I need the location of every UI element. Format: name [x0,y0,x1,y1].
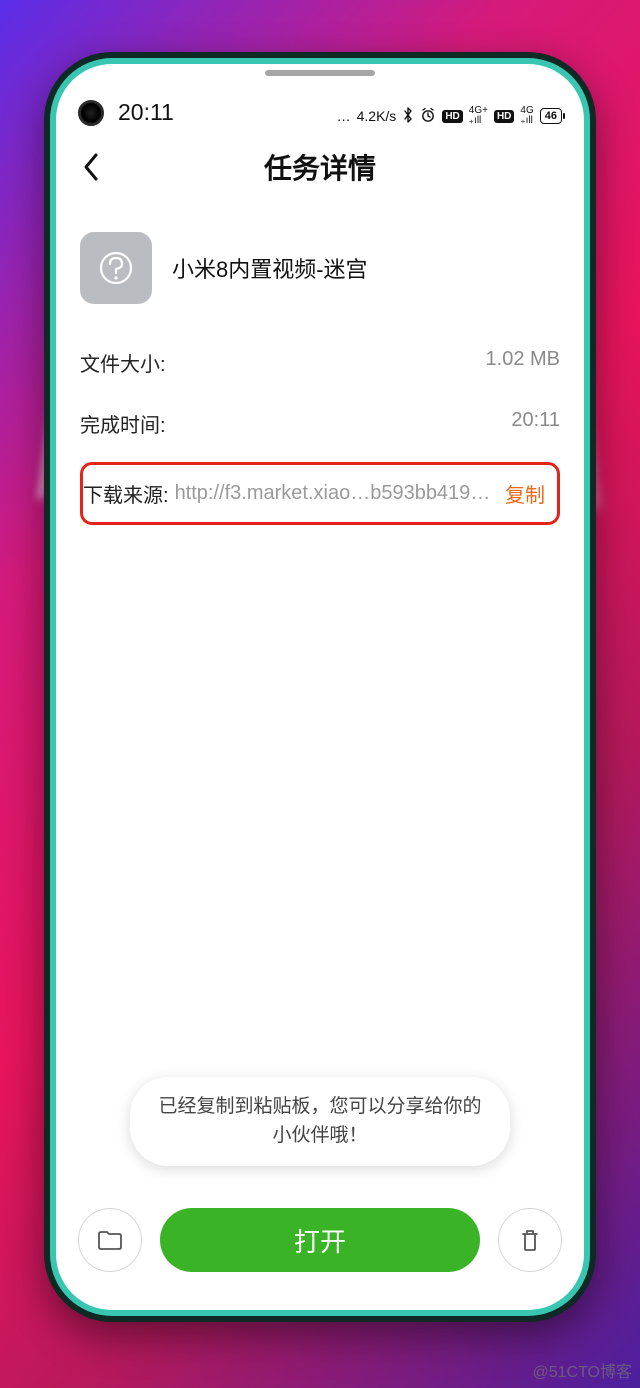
finish-time-row: 完成时间: 20:11 [80,393,560,454]
watermark: @51CTO博客 [532,1358,632,1382]
toast-message: 已经复制到粘贴板，您可以分享给你的小伙伴哦！ [158,1096,481,1146]
content: 小米8内置视频-迷宫 文件大小: 1.02 MB 完成时间: 20:11 下载来… [56,200,584,1194]
question-mark-icon [80,232,152,304]
copy-button[interactable]: 复制 [499,479,551,508]
alarm-icon [420,107,436,126]
file-size-label: 文件大小: [80,348,166,377]
finish-time-label: 完成时间: [80,409,166,438]
earpiece [265,70,375,76]
hd-badge-2: HD [494,110,514,123]
download-source-row: 下载来源: http://f3.market.xiao…b593bb419124… [80,462,560,525]
battery-indicator: 46 [540,108,562,124]
file-size-row: 文件大小: 1.02 MB [80,332,560,393]
bottom-bar: 打开 [56,1194,584,1310]
phone-frame: 20:11 … 4.2K/s HD 4G+₊ıll HD 4G₊ıll 46 [44,52,596,1322]
file-size-value: 1.02 MB [486,348,560,377]
signal-2-icon: 4G₊ıll [520,106,533,126]
punch-hole-camera [78,100,104,126]
finish-time-value: 20:11 [511,409,560,438]
open-button[interactable]: 打开 [160,1208,480,1272]
signal-1-icon: 4G+₊ıll [469,106,488,126]
page-title: 任务详情 [56,147,584,187]
screen: 20:11 … 4.2K/s HD 4G+₊ıll HD 4G₊ıll 46 [56,64,584,1310]
task-header: 小米8内置视频-迷宫 [80,214,560,332]
phone-bezel: 20:11 … 4.2K/s HD 4G+₊ıll HD 4G₊ıll 46 [50,58,590,1316]
ellipsis-icon: … [337,108,351,124]
hd-badge: HD [442,110,462,123]
toast: 已经复制到粘贴板，您可以分享给你的小伙伴哦！ [130,1077,510,1166]
data-rate: 4.2K/s [357,108,397,124]
download-source-label: 下载来源: [83,479,169,508]
header: 任务详情 [56,134,584,200]
task-name: 小米8内置视频-迷宫 [172,252,368,284]
status-time: 20:11 [118,99,174,126]
delete-button[interactable] [498,1208,562,1272]
bluetooth-icon [402,107,414,126]
download-source-url: http://f3.market.xiao…b593bb4191240bb03 [175,482,493,505]
folder-button[interactable] [78,1208,142,1272]
